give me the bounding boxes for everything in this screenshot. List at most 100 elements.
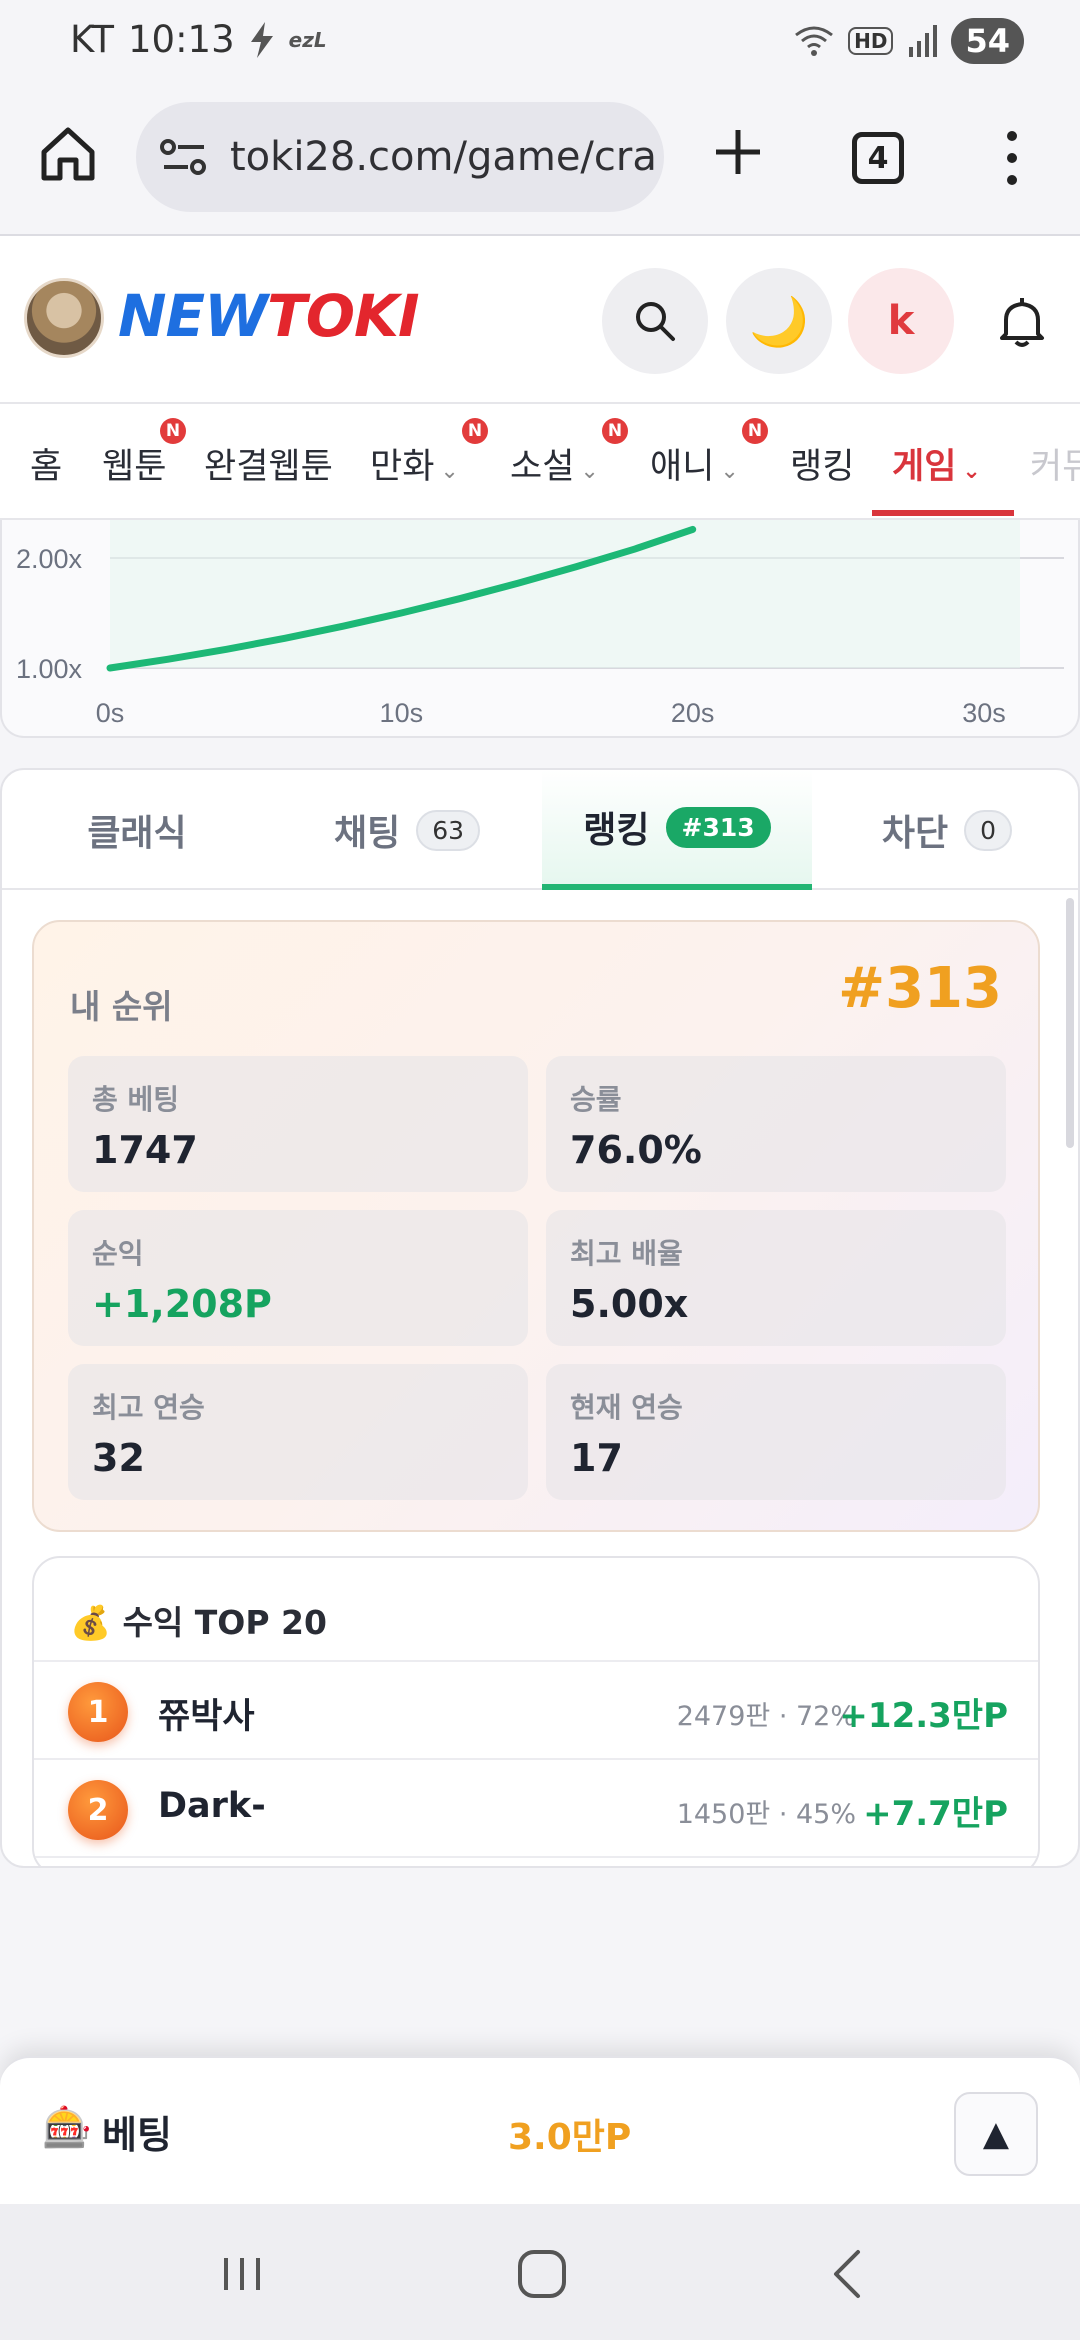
- nav-item-novel[interactable]: 소설 ⌄ N: [510, 418, 628, 489]
- user-avatar-button[interactable]: k: [848, 268, 954, 374]
- nav-label: 소설: [510, 447, 575, 487]
- table-row[interactable]: 1 쮸박사 2479판 · 72% +12.3만P: [34, 1660, 1038, 1758]
- player-meta: 1450판 · 45%: [676, 1799, 856, 1830]
- stat-label: 최고 배율: [570, 1237, 683, 1270]
- stat-label: 승률: [570, 1083, 622, 1116]
- site-logo[interactable]: NEWTOKI: [118, 282, 420, 350]
- stat-current-streak: 현재 연승 17: [546, 1364, 1006, 1500]
- new-badge: N: [160, 418, 186, 444]
- back-icon[interactable]: [818, 2244, 878, 2304]
- recent-apps-icon[interactable]: [212, 2244, 272, 2304]
- stat-value: 1747: [92, 1128, 198, 1172]
- player-profit: +12.3만P: [839, 1696, 1008, 1736]
- nav-item-home[interactable]: 홈: [30, 438, 62, 489]
- stat-net-profit: 순익 +1,208P: [68, 1210, 528, 1346]
- tab-label: 랭킹: [583, 810, 650, 851]
- tab-block[interactable]: 차단 0: [812, 770, 1078, 890]
- nav-item-completed-webtoon[interactable]: 완결웹툰: [204, 438, 333, 489]
- game-panel: 클래식 채팅 63 랭킹 #313 차단 0 내 순위 #313 총 베팅 17…: [0, 768, 1080, 1868]
- search-icon: [636, 302, 675, 341]
- nav-item-anime[interactable]: 애니 ⌄ N: [650, 418, 768, 489]
- new-tab-icon[interactable]: [706, 120, 770, 184]
- stat-label: 총 베팅: [92, 1083, 180, 1116]
- wifi-icon: [795, 26, 834, 56]
- profit-top20-card: 💰 수익 TOP 20 1 쮸박사 2479판 · 72% +12.3만P 2 …: [32, 1556, 1040, 1866]
- tab-label: 차단: [881, 813, 949, 854]
- avatar-letter: k: [887, 298, 915, 344]
- stat-label: 순익: [92, 1237, 144, 1270]
- stat-value: +1,208P: [92, 1282, 272, 1326]
- new-badge: N: [742, 418, 768, 444]
- player-profit: +7.7만P: [863, 1794, 1008, 1834]
- status-bar: KT 10:13 ezL HD 54: [0, 0, 1080, 84]
- bet-label: 베팅: [102, 2113, 172, 2157]
- table-row[interactable]: [34, 1856, 1038, 1866]
- nav-item-manga[interactable]: 만화 ⌄ N: [370, 418, 488, 489]
- stat-label: 현재 연승: [570, 1391, 683, 1424]
- browser-toolbar: toki28.com/game/cra 4: [0, 84, 1080, 236]
- site-settings-icon[interactable]: [160, 137, 208, 177]
- search-button[interactable]: [602, 268, 708, 374]
- tab-classic[interactable]: 클래식: [2, 770, 272, 890]
- address-bar[interactable]: toki28.com/game/cra: [136, 102, 664, 212]
- url-text: toki28.com/game/cra: [230, 134, 657, 180]
- slot-machine-icon: 🎰: [42, 2105, 92, 2151]
- status-left: KT 10:13 ezL: [70, 18, 327, 61]
- new-badge: N: [602, 418, 628, 444]
- dark-mode-button[interactable]: 🌙: [726, 268, 832, 374]
- nav-active-indicator: [872, 510, 1014, 516]
- tab-ranking[interactable]: 랭킹 #313: [542, 770, 812, 890]
- stat-value: 17: [570, 1436, 623, 1480]
- chevron-down-icon: ⌄: [720, 459, 739, 484]
- player-name: 쮸박사: [158, 1697, 255, 1737]
- home-icon[interactable]: [36, 122, 100, 186]
- nav-item-webtoon[interactable]: 웹툰 N: [102, 418, 186, 489]
- nav-label: 애니: [650, 447, 715, 487]
- carrier-label: KT: [70, 18, 114, 61]
- crash-chart: 1.00x 2.00x 0s 10s 20s 30s: [0, 520, 1080, 738]
- tab-chat[interactable]: 채팅 63: [272, 770, 542, 890]
- top20-title: 💰 수익 TOP 20: [70, 1603, 327, 1642]
- x-tick-label: 30s: [962, 698, 1006, 728]
- more-menu-icon[interactable]: [992, 128, 1032, 188]
- block-count-badge: 0: [964, 809, 1013, 851]
- tab-switcher-button[interactable]: 4: [852, 132, 904, 184]
- rank-badge: #313: [665, 806, 771, 848]
- panel-tabs: 클래식 채팅 63 랭킹 #313 차단 0: [2, 770, 1078, 890]
- betting-bar[interactable]: 🎰 베팅 3.0만P ▲: [0, 2056, 1080, 2204]
- rank-medal: 2: [68, 1780, 128, 1840]
- logo-text-new: NEW: [118, 282, 268, 350]
- nav-label: 웹툰: [102, 447, 167, 487]
- logo-text-toki: TOKI: [267, 282, 419, 350]
- nav-label: 만화: [370, 447, 435, 487]
- tab-label: 채팅: [333, 813, 401, 854]
- stat-value: 76.0%: [570, 1128, 702, 1172]
- logo-mascot-image[interactable]: [24, 278, 104, 358]
- site-header: NEWTOKI 🌙 k: [0, 236, 1080, 404]
- stat-best-streak: 최고 연승 32: [68, 1364, 528, 1500]
- new-badge: N: [462, 418, 488, 444]
- home-nav-icon[interactable]: [512, 2244, 572, 2304]
- nav-label: 홈: [30, 447, 63, 487]
- triangle-up-icon: ▲: [982, 2114, 1010, 2154]
- charging-bolt-icon: [250, 21, 273, 58]
- table-row[interactable]: 2 Dark- 1450판 · 45% +7.7만P: [34, 1758, 1038, 1856]
- multiplier-chart: 1.00x 2.00x 0s 10s 20s 30s: [16, 520, 1064, 728]
- expand-bet-button[interactable]: ▲: [954, 2092, 1038, 2176]
- stat-value: 5.00x: [570, 1282, 689, 1326]
- stat-value: 32: [92, 1436, 145, 1480]
- tab-label: 클래식: [87, 813, 187, 854]
- nav-item-game[interactable]: 게임 ⌄: [892, 438, 981, 489]
- nav-item-community[interactable]: 커뮤: [1030, 438, 1080, 489]
- x-tick-label: 0s: [96, 698, 125, 728]
- nav-label: 커뮤: [1030, 447, 1080, 487]
- x-tick-label: 10s: [380, 698, 424, 728]
- my-rank-card: 내 순위 #313 총 베팅 1747 승률 76.0% 순익 +1,208P …: [32, 920, 1040, 1532]
- nav-item-ranking[interactable]: 랭킹: [790, 438, 854, 489]
- signal-icon: [909, 25, 938, 57]
- notification-bell-icon[interactable]: [994, 294, 1050, 350]
- stat-win-rate: 승률 76.0%: [546, 1056, 1006, 1192]
- panel-scrollbar[interactable]: [1066, 898, 1074, 1148]
- y-tick-label: 1.00x: [16, 654, 83, 684]
- player-meta: 2479판 · 72%: [676, 1701, 856, 1732]
